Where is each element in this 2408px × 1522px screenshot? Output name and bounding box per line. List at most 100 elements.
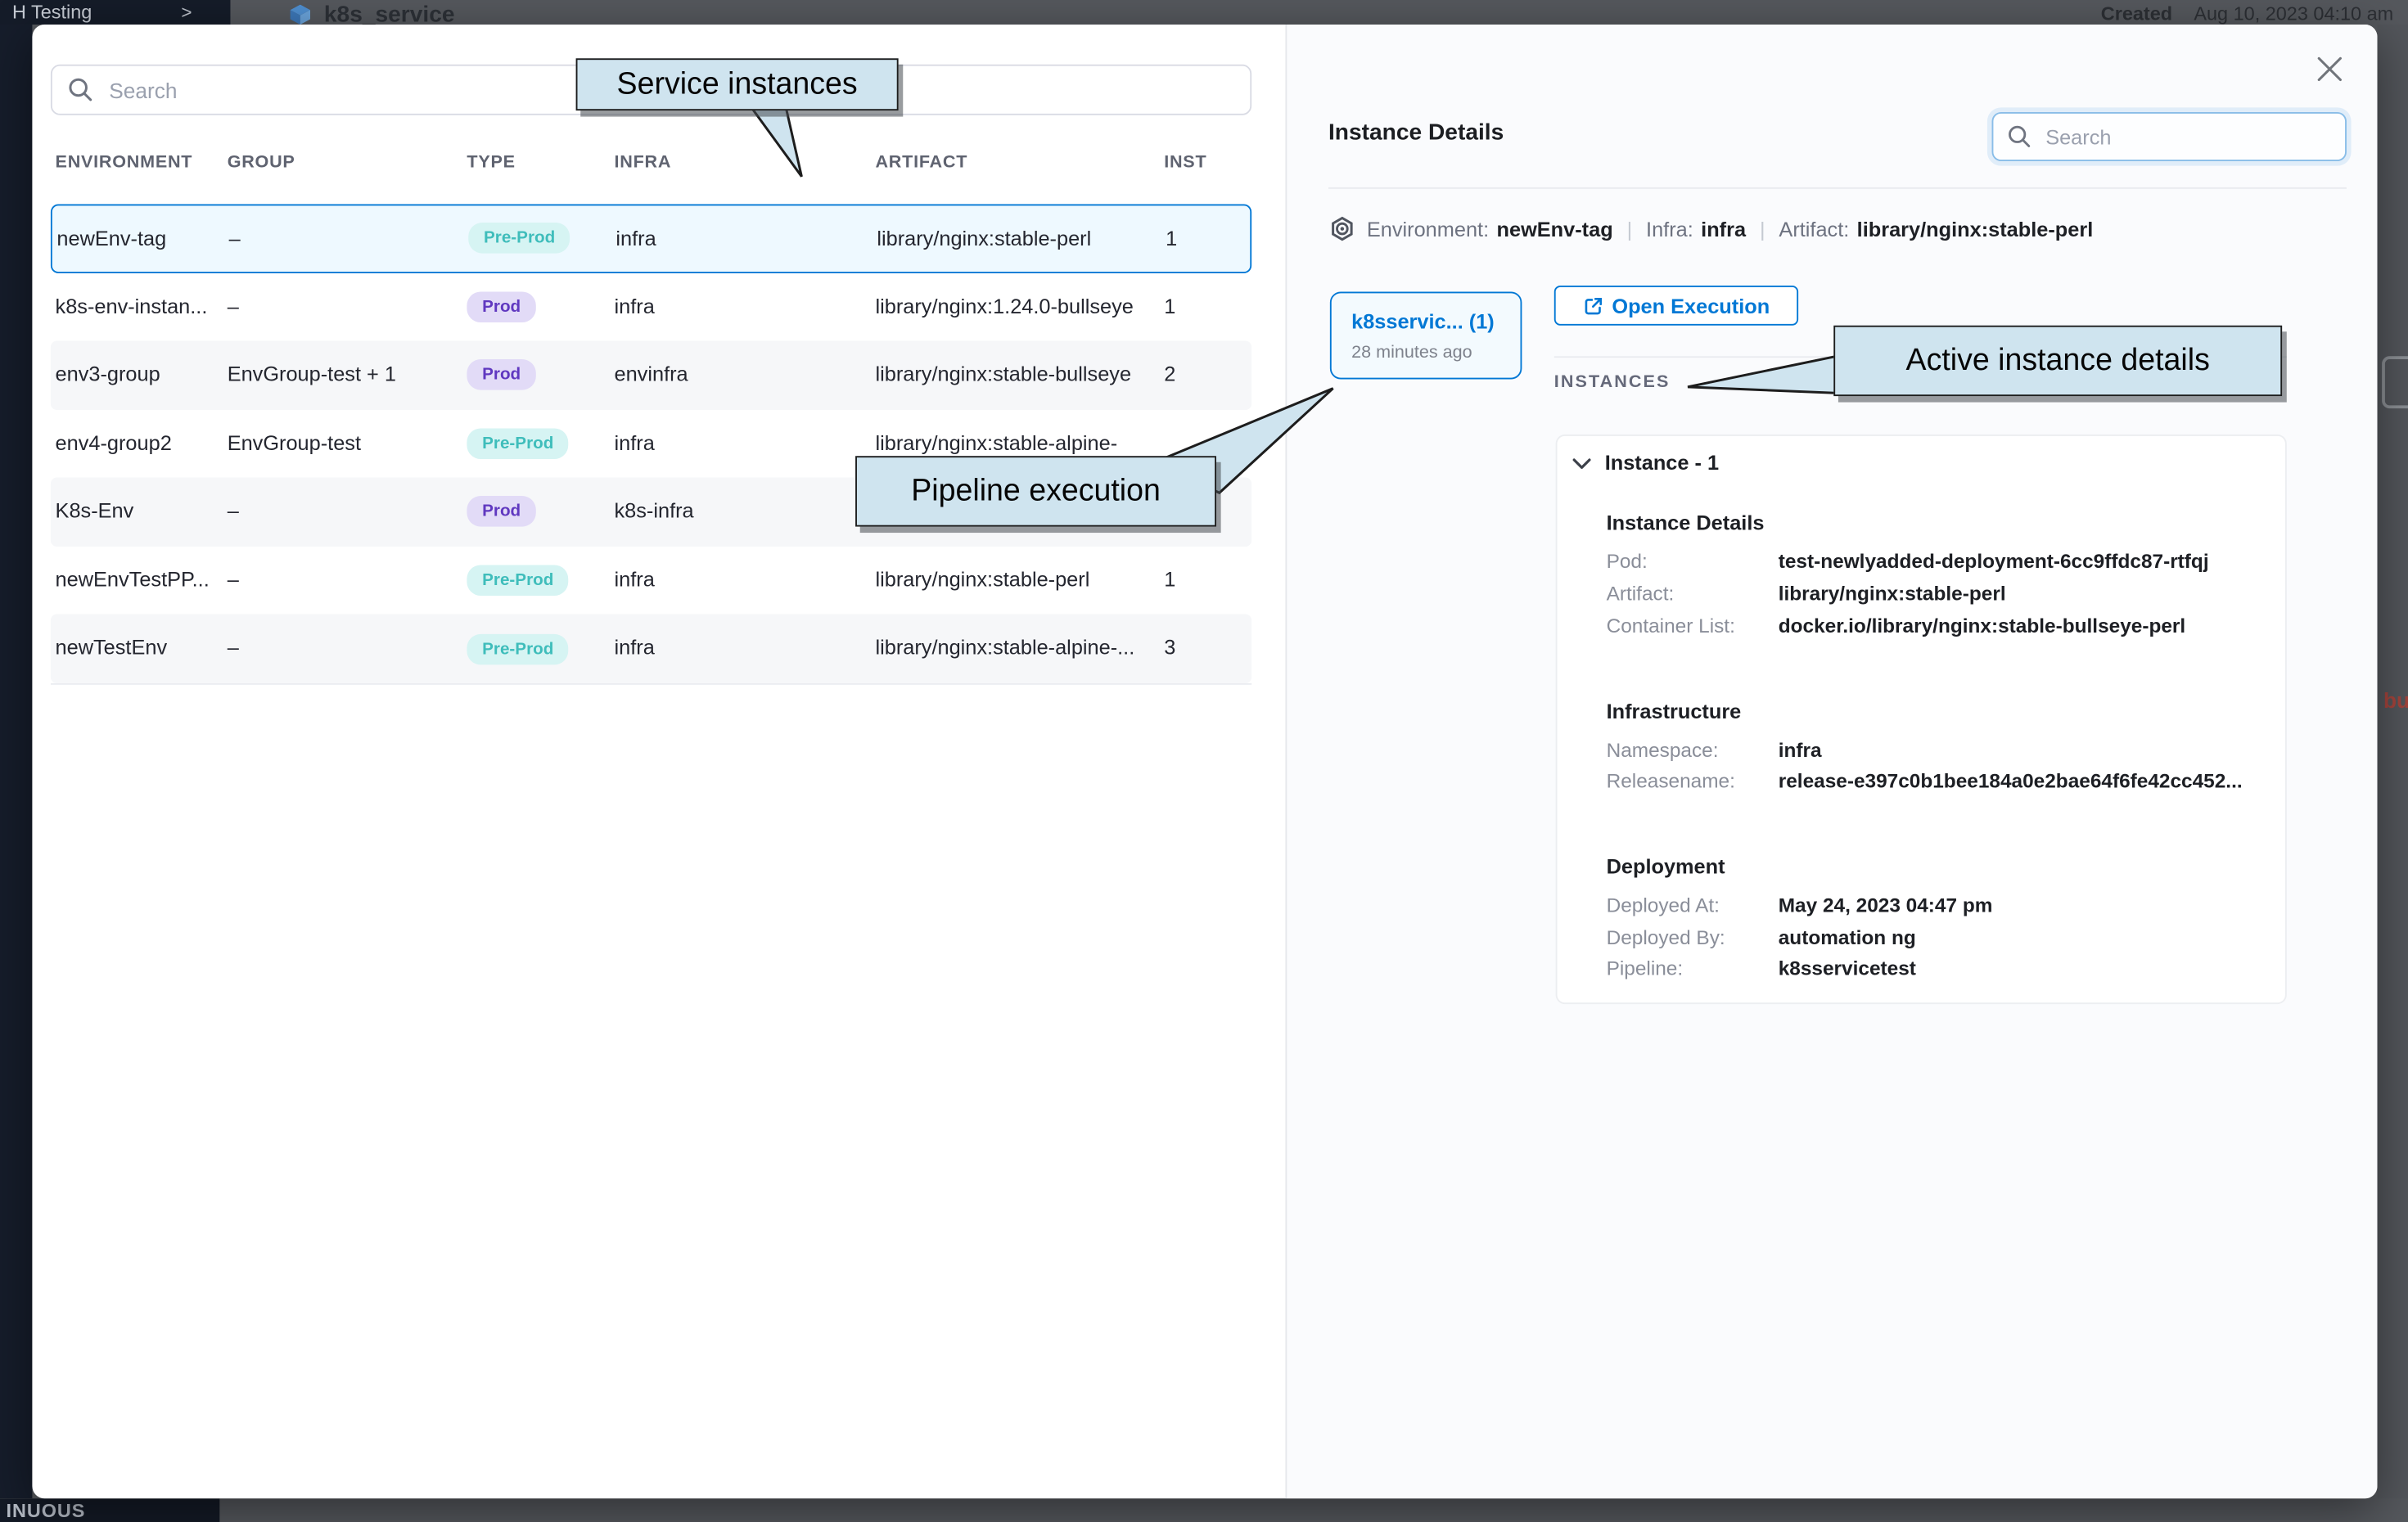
callout-service-instances: Service instances (576, 58, 899, 110)
callout-arrow-service-instances (734, 105, 827, 182)
cell-inst: 1 (1164, 272, 1175, 341)
table-row[interactable]: newEnv-tag – Pre-Prod infra library/ngin… (51, 205, 1251, 273)
sidebar-project-label: H Testing (12, 2, 92, 23)
table-row[interactable]: newEnvTestPP... – Pre-Prod infra library… (51, 546, 1251, 615)
separator: | (1760, 217, 1765, 240)
separator: | (1627, 217, 1633, 240)
cell-infra: infra (615, 409, 655, 478)
open-execution-label: Open Execution (1612, 294, 1770, 317)
instance-summary: Environment: newEnv-tag | Infra: infra |… (1330, 217, 2093, 241)
table-header: ENVIRONMENT GROUP TYPE INFRA ARTIFACT IN… (51, 154, 1251, 185)
deployed-by-value: automation ng (1779, 925, 1916, 948)
infra-value: infra (1701, 217, 1746, 240)
environment-icon (1330, 217, 1355, 241)
cell-environment: newTestEnv (56, 615, 168, 683)
instance-expander[interactable]: Instance - 1 (1572, 452, 1719, 475)
screen: H Testing > k8s_service Created Aug 10, 2… (0, 0, 2408, 1522)
cell-inst: 1 (1166, 205, 1177, 274)
cell-type: Pre-Prod (468, 223, 570, 254)
cell-infra: infra (615, 546, 655, 615)
artifact-label: Artifact: (1607, 582, 1675, 605)
instance-search-input[interactable] (2042, 124, 2331, 150)
execution-time: 28 minutes ago (1351, 344, 1472, 362)
dimmed-app-header: H Testing > k8s_service Created Aug 10, 2… (0, 0, 2408, 25)
cell-group: – (228, 272, 239, 341)
cell-artifact: library/nginx:stable-alpine-... (875, 615, 1134, 683)
cell-infra: envinfra (615, 341, 688, 410)
created-timestamp: Created Aug 10, 2023 04:10 am (2101, 3, 2393, 25)
namespace-label: Namespace: (1607, 738, 1719, 761)
service-instances-modal: ENVIRONMENT GROUP TYPE INFRA ARTIFACT IN… (32, 25, 2377, 1497)
instance-details-heading: Instance Details (1607, 511, 1765, 534)
sidebar-module-label: INUOUS (7, 1499, 86, 1520)
instances-section-label: INSTANCES (1554, 373, 1671, 392)
table-row[interactable]: newTestEnv – Pre-Prod infra library/ngin… (51, 615, 1251, 683)
cell-type: Pre-Prod (467, 428, 569, 459)
cell-artifact: library/nginx:stable-perl (877, 205, 1091, 274)
callout-arrow-active-instance-details (1666, 345, 1843, 414)
environment-value: newEnv-tag (1497, 217, 1613, 240)
service-title: k8s_service (324, 2, 455, 25)
col-infra: INFRA (615, 154, 672, 173)
search-icon (2007, 124, 2031, 149)
pod-label: Pod: (1607, 550, 1648, 573)
type-badge: Pre-Prod (468, 223, 570, 254)
container-list-value: docker.io/library/nginx:stable-bullseye-… (1779, 615, 2185, 637)
infra-label: Infra: (1646, 217, 1693, 240)
infrastructure-heading: Infrastructure (1607, 700, 1742, 723)
pod-value: test-newlyadded-deployment-6cc9ffdc87-rt… (1779, 550, 2209, 573)
cell-group: – (229, 205, 241, 274)
col-inst: INST (1164, 154, 1206, 173)
open-execution-button[interactable]: Open Execution (1554, 286, 1798, 326)
artifact-value: library/nginx:stable-perl (1779, 582, 2006, 605)
dimmed-text-fragment: bu (2383, 688, 2408, 713)
releasename-value: release-e397c0b1bee184a0e2bae64f6fe42cc4… (1779, 769, 2243, 792)
col-type: TYPE (467, 154, 515, 173)
artifact-label: Artifact: (1779, 217, 1849, 240)
deployed-by-label: Deployed By: (1607, 925, 1725, 948)
created-date: Aug 10, 2023 04:10 am (2194, 3, 2393, 25)
cell-group: EnvGroup-test + 1 (228, 341, 396, 410)
cell-infra: infra (616, 205, 656, 274)
deployed-at-label: Deployed At: (1607, 894, 1720, 916)
cell-artifact: library/nginx:stable-bullseye (875, 341, 1131, 410)
chevron-down-icon (1572, 457, 1591, 469)
cell-type: Prod (467, 497, 536, 528)
pipeline-value: k8sservicetest (1779, 957, 1916, 979)
dimmed-app-footer: INUOUS (0, 1497, 2408, 1522)
dimmed-button-outline (2382, 356, 2408, 408)
cell-inst: 1 (1164, 546, 1175, 615)
cell-type: Pre-Prod (467, 633, 569, 664)
created-label: Created (2101, 3, 2172, 25)
cell-inst: 3 (1164, 615, 1175, 683)
cell-type: Prod (467, 291, 536, 322)
instance-search-input-wrap (1992, 112, 2347, 161)
pipeline-label: Pipeline: (1607, 957, 1684, 979)
cell-environment: env4-group2 (56, 409, 172, 478)
execution-card[interactable]: k8sservic... (1) 28 minutes ago (1330, 291, 1522, 379)
type-badge: Prod (467, 291, 536, 322)
deployed-at-value: May 24, 2023 04:47 pm (1779, 894, 1993, 916)
cell-environment: k8s-env-instan... (56, 272, 208, 341)
chevron-right-icon: > (181, 2, 192, 23)
table-row[interactable]: env3-group EnvGroup-test + 1 Prod envinf… (51, 341, 1251, 410)
environment-label: Environment: (1367, 217, 1489, 240)
cell-environment: newEnvTestPP... (56, 546, 210, 615)
cell-group: – (228, 478, 239, 547)
cell-group: – (228, 546, 239, 615)
cell-group: – (228, 615, 239, 683)
dimmed-app-right-edge: bu (2377, 25, 2408, 1498)
cell-infra: infra (615, 272, 655, 341)
type-badge: Pre-Prod (467, 565, 569, 596)
col-environment: ENVIRONMENT (56, 154, 193, 173)
releasename-label: Releasename: (1607, 769, 1735, 792)
dimmed-sidebar-edge (0, 25, 32, 1498)
close-icon[interactable] (2313, 52, 2347, 86)
callout-pipeline-execution: Pipeline execution (855, 456, 1216, 526)
instances-table-body: newEnv-tag – Pre-Prod infra library/ngin… (51, 205, 1251, 685)
artifact-value: library/nginx:stable-perl (1857, 217, 2094, 240)
table-row[interactable]: k8s-env-instan... – Prod infra library/n… (51, 272, 1251, 341)
deployment-heading: Deployment (1607, 855, 1725, 878)
callout-active-instance-details: Active instance details (1833, 326, 2282, 396)
cell-infra: infra (615, 615, 655, 683)
